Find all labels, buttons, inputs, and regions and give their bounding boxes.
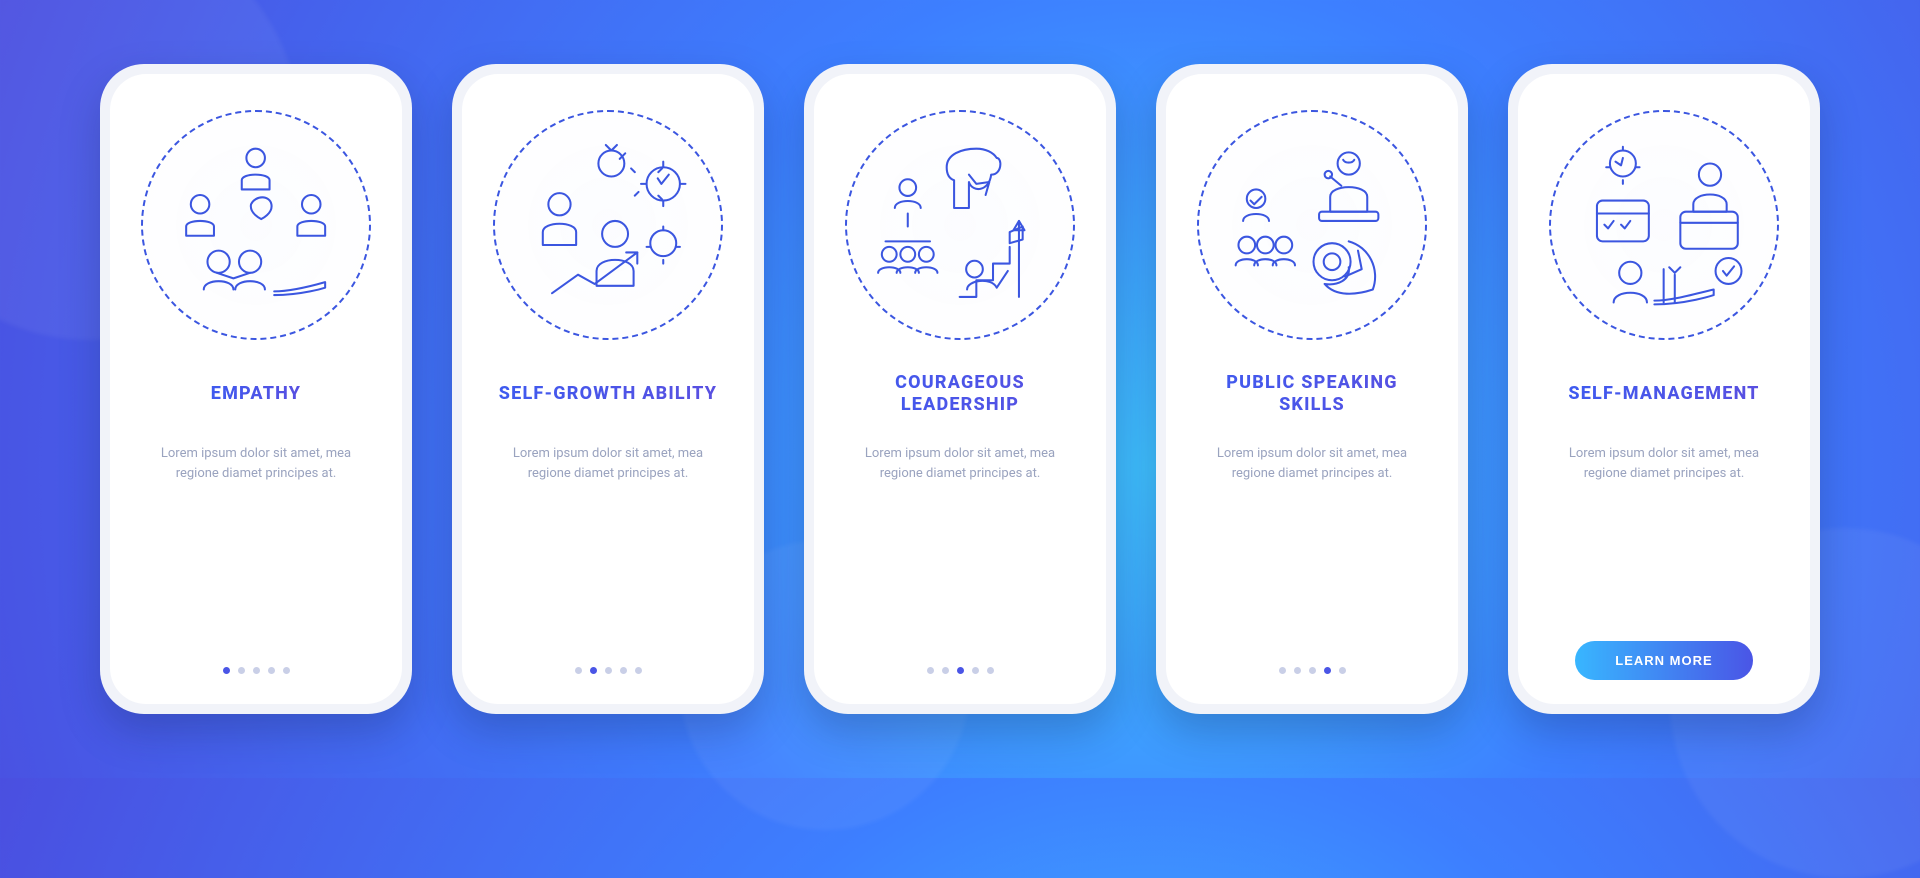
slide-title: SELF-MANAGEMENT bbox=[1562, 370, 1765, 418]
dot[interactable] bbox=[942, 667, 949, 674]
slide-description: Lorem ipsum dolor sit amet, mea regione … bbox=[484, 444, 732, 653]
pagination-dots[interactable] bbox=[927, 667, 994, 674]
dot[interactable] bbox=[927, 667, 934, 674]
onboarding-screen[interactable]: PUBLIC SPEAKING SKILLS Lorem ipsum dolor… bbox=[1166, 74, 1458, 704]
dot[interactable] bbox=[253, 667, 260, 674]
pagination-dots[interactable] bbox=[575, 667, 642, 674]
phone-mockup: EMPATHY Lorem ipsum dolor sit amet, mea … bbox=[100, 64, 412, 714]
phone-row: EMPATHY Lorem ipsum dolor sit amet, mea … bbox=[0, 0, 1920, 778]
dot[interactable] bbox=[223, 667, 230, 674]
dot[interactable] bbox=[972, 667, 979, 674]
slide-title: EMPATHY bbox=[205, 370, 307, 418]
dot[interactable] bbox=[575, 667, 582, 674]
dot[interactable] bbox=[605, 667, 612, 674]
dot[interactable] bbox=[987, 667, 994, 674]
onboarding-screen[interactable]: EMPATHY Lorem ipsum dolor sit amet, mea … bbox=[110, 74, 402, 704]
dot[interactable] bbox=[957, 667, 964, 674]
phone-mockup: PUBLIC SPEAKING SKILLS Lorem ipsum dolor… bbox=[1156, 64, 1468, 714]
slide-description: Lorem ipsum dolor sit amet, mea regione … bbox=[1540, 444, 1788, 629]
pagination-dots[interactable] bbox=[1279, 667, 1346, 674]
dot[interactable] bbox=[1294, 667, 1301, 674]
phone-mockup: COURAGEOUS LEADERSHIP Lorem ipsum dolor … bbox=[804, 64, 1116, 714]
phone-mockup: SELF-GROWTH ABILITY Lorem ipsum dolor si… bbox=[452, 64, 764, 714]
dot[interactable] bbox=[1309, 667, 1316, 674]
leadership-icon bbox=[845, 110, 1075, 340]
onboarding-screen[interactable]: SELF-GROWTH ABILITY Lorem ipsum dolor si… bbox=[462, 74, 754, 704]
pagination-dots[interactable] bbox=[223, 667, 290, 674]
onboarding-screen[interactable]: COURAGEOUS LEADERSHIP Lorem ipsum dolor … bbox=[814, 74, 1106, 704]
dot[interactable] bbox=[1324, 667, 1331, 674]
dot[interactable] bbox=[238, 667, 245, 674]
learn-more-button[interactable]: LEARN MORE bbox=[1575, 641, 1752, 680]
empathy-icon bbox=[141, 110, 371, 340]
dot[interactable] bbox=[283, 667, 290, 674]
slide-description: Lorem ipsum dolor sit amet, mea regione … bbox=[132, 444, 380, 653]
dot[interactable] bbox=[1279, 667, 1286, 674]
self-management-icon bbox=[1549, 110, 1779, 340]
onboarding-screen[interactable]: SELF-MANAGEMENT Lorem ipsum dolor sit am… bbox=[1518, 74, 1810, 704]
phone-mockup: SELF-MANAGEMENT Lorem ipsum dolor sit am… bbox=[1508, 64, 1820, 714]
slide-title: SELF-GROWTH ABILITY bbox=[493, 370, 723, 418]
dot[interactable] bbox=[1339, 667, 1346, 674]
dot[interactable] bbox=[268, 667, 275, 674]
self-growth-icon bbox=[493, 110, 723, 340]
dot[interactable] bbox=[590, 667, 597, 674]
slide-description: Lorem ipsum dolor sit amet, mea regione … bbox=[1188, 444, 1436, 653]
slide-title: PUBLIC SPEAKING SKILLS bbox=[1188, 370, 1436, 418]
public-speaking-icon bbox=[1197, 110, 1427, 340]
slide-title: COURAGEOUS LEADERSHIP bbox=[836, 370, 1084, 418]
dot[interactable] bbox=[635, 667, 642, 674]
dot[interactable] bbox=[620, 667, 627, 674]
slide-description: Lorem ipsum dolor sit amet, mea regione … bbox=[836, 444, 1084, 653]
